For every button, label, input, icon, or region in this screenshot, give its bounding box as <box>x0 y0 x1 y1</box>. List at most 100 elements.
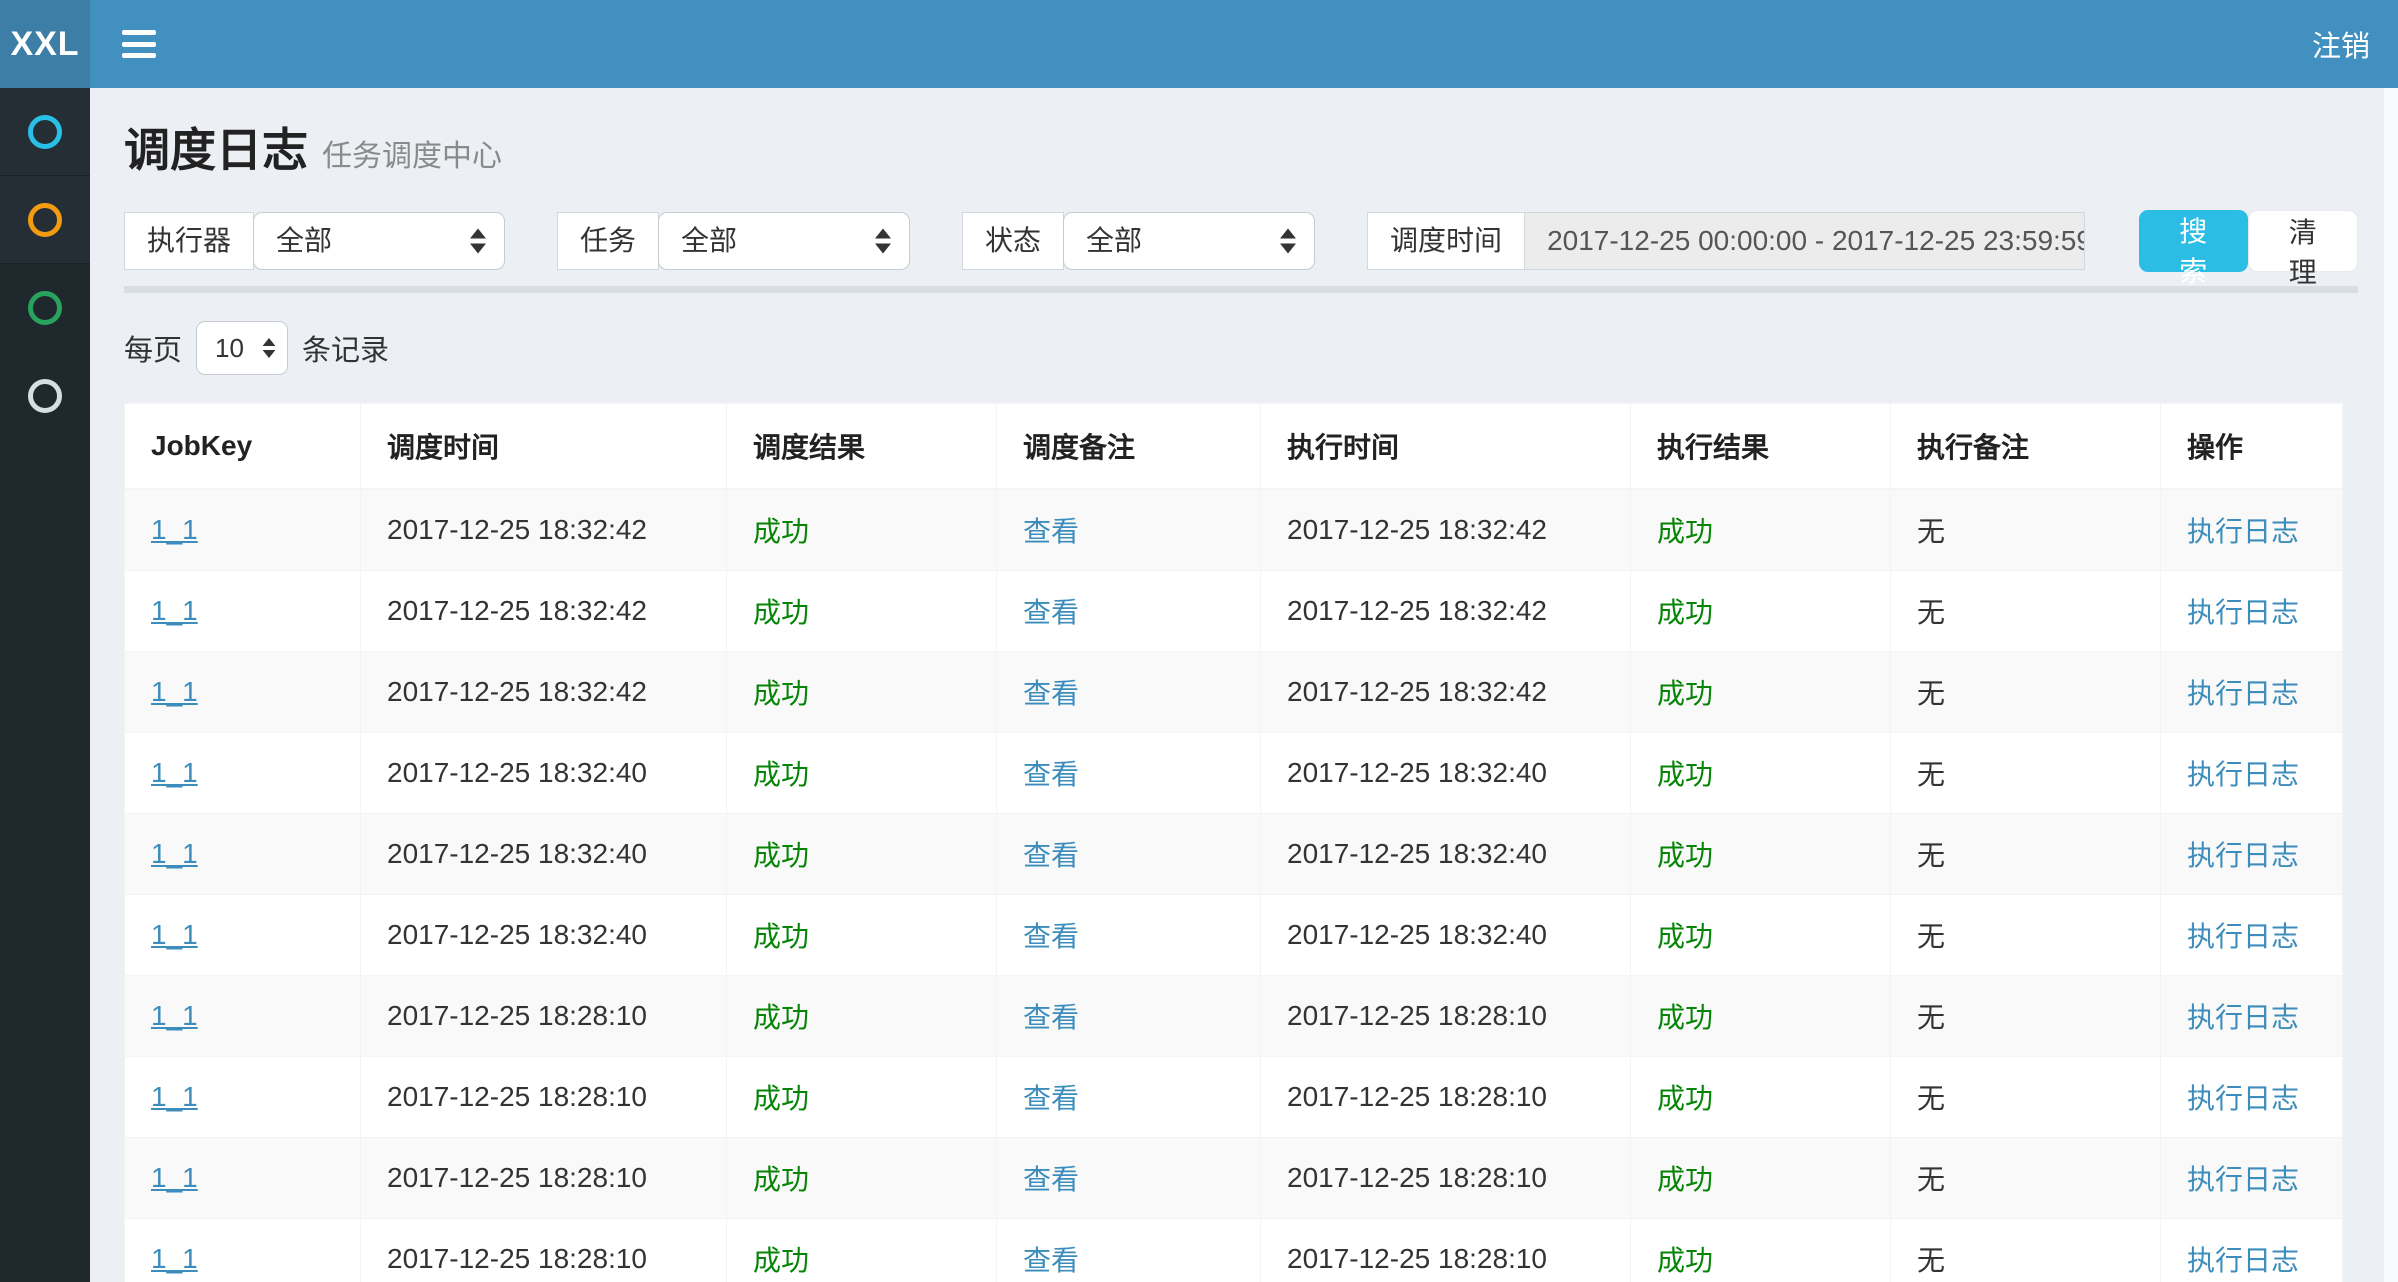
handle-msg: 无 <box>1891 571 2161 652</box>
trigger-msg-link[interactable]: 查看 <box>1023 516 1079 547</box>
jobkey-link[interactable]: 1_1 <box>151 919 198 950</box>
action-link[interactable]: 执行日志 <box>2187 597 2299 628</box>
handle-time: 2017-12-25 18:32:40 <box>1261 733 1631 814</box>
top-navbar: XXL 注销 <box>0 0 2398 88</box>
executor-select[interactable]: 全部 <box>253 212 505 270</box>
log-table: JobKey调度时间调度结果调度备注执行时间执行结果执行备注操作 1_1 2017… <box>124 403 2343 1282</box>
trigger-msg: 查看 <box>997 652 1261 733</box>
action-link[interactable]: 执行日志 <box>2187 678 2299 709</box>
handle-msg: 无 <box>1891 895 2161 976</box>
jobkey-link[interactable]: 1_1 <box>151 514 198 545</box>
log-table-header-row: JobKey调度时间调度结果调度备注执行时间执行结果执行备注操作 <box>125 404 2343 490</box>
vertical-scrollbar[interactable] <box>2383 88 2398 1282</box>
action-link[interactable]: 执行日志 <box>2187 1002 2299 1033</box>
jobkey-link[interactable]: 1_1 <box>151 1162 198 1193</box>
table-row: 1_12017-12-25 18:32:42成功查看2017-12-25 18:… <box>125 489 2343 571</box>
handle-time: 2017-12-25 18:32:40 <box>1261 814 1631 895</box>
trigger-result: 成功 <box>727 652 997 733</box>
page-size-row: 每页 10 条记录 <box>124 321 2358 375</box>
status-filter-label: 状态 <box>962 212 1064 270</box>
trigger-msg-link[interactable]: 查看 <box>1023 678 1079 709</box>
trigger-msg-link[interactable]: 查看 <box>1023 921 1079 952</box>
sidebar <box>0 88 90 1282</box>
filter-toolbar: 执行器 全部 任务 全部 状态 全部 调度时间 2017-12-25 00:00… <box>124 210 2358 293</box>
jobkey-link[interactable]: 1_1 <box>151 1081 198 1112</box>
column-header: 执行时间 <box>1261 404 1631 490</box>
jobkey: 1_1 <box>125 976 361 1057</box>
log-table-body: 1_12017-12-25 18:32:42成功查看2017-12-25 18:… <box>125 489 2343 1282</box>
column-header: JobKey <box>125 404 361 490</box>
handle-msg: 无 <box>1891 652 2161 733</box>
handle-msg: 无 <box>1891 489 2161 571</box>
action: 执行日志 <box>2161 571 2343 652</box>
job-select[interactable]: 全部 <box>658 212 910 270</box>
action-link[interactable]: 执行日志 <box>2187 840 2299 871</box>
action-link[interactable]: 执行日志 <box>2187 1245 2299 1276</box>
sidebar-item-4[interactable] <box>0 352 90 440</box>
select-stepper-icon <box>1280 229 1296 254</box>
trigger-time: 2017-12-25 18:32:42 <box>361 489 727 571</box>
handle-result: 成功 <box>1631 895 1891 976</box>
jobkey-link[interactable]: 1_1 <box>151 595 198 626</box>
sidebar-toggle-icon[interactable] <box>122 30 156 58</box>
handle-time: 2017-12-25 18:32:40 <box>1261 895 1631 976</box>
trigger-msg-link[interactable]: 查看 <box>1023 1083 1079 1114</box>
jobkey: 1_1 <box>125 1057 361 1138</box>
select-stepper-icon <box>263 338 276 358</box>
trigger-msg-link[interactable]: 查看 <box>1023 840 1079 871</box>
jobkey: 1_1 <box>125 571 361 652</box>
action: 执行日志 <box>2161 1138 2343 1219</box>
trigger-result: 成功 <box>727 976 997 1057</box>
jobkey-link[interactable]: 1_1 <box>151 1243 198 1274</box>
jobkey: 1_1 <box>125 489 361 571</box>
handle-time: 2017-12-25 18:28:10 <box>1261 1057 1631 1138</box>
action-link[interactable]: 执行日志 <box>2187 759 2299 790</box>
logout-link[interactable]: 注销 <box>2312 23 2370 65</box>
search-button[interactable]: 搜索 <box>2139 210 2247 272</box>
sidebar-item-3[interactable] <box>0 264 90 352</box>
action: 执行日志 <box>2161 1057 2343 1138</box>
handle-msg: 无 <box>1891 1138 2161 1219</box>
status-select-value: 全部 <box>1086 225 1142 256</box>
jobkey: 1_1 <box>125 1219 361 1282</box>
trigger-time: 2017-12-25 18:28:10 <box>361 976 727 1057</box>
handle-msg: 无 <box>1891 814 2161 895</box>
action-link[interactable]: 执行日志 <box>2187 516 2299 547</box>
trigger-msg: 查看 <box>997 733 1261 814</box>
trigger-msg: 查看 <box>997 895 1261 976</box>
action: 执行日志 <box>2161 733 2343 814</box>
page-size-select[interactable]: 10 <box>196 321 288 375</box>
handle-time: 2017-12-25 18:28:10 <box>1261 1138 1631 1219</box>
circle-icon <box>28 291 62 325</box>
trigger-result: 成功 <box>727 1057 997 1138</box>
trigger-result: 成功 <box>727 895 997 976</box>
clear-button[interactable]: 清理 <box>2248 210 2358 272</box>
handle-result: 成功 <box>1631 1138 1891 1219</box>
column-header: 调度结果 <box>727 404 997 490</box>
jobkey-link[interactable]: 1_1 <box>151 757 198 788</box>
status-filter-group: 状态 全部 <box>962 212 1315 270</box>
action-link[interactable]: 执行日志 <box>2187 1083 2299 1114</box>
jobkey-link[interactable]: 1_1 <box>151 838 198 869</box>
action-link[interactable]: 执行日志 <box>2187 921 2299 952</box>
sidebar-item-2[interactable] <box>0 176 90 264</box>
status-select[interactable]: 全部 <box>1063 212 1315 270</box>
trigger-msg-link[interactable]: 查看 <box>1023 1245 1079 1276</box>
trigger-msg-link[interactable]: 查看 <box>1023 1002 1079 1033</box>
time-range-input[interactable]: 2017-12-25 00:00:00 - 2017-12-25 23:59:5… <box>1525 212 2085 270</box>
jobkey-link[interactable]: 1_1 <box>151 676 198 707</box>
job-select-value: 全部 <box>681 225 737 256</box>
action-link[interactable]: 执行日志 <box>2187 1164 2299 1195</box>
trigger-result: 成功 <box>727 1138 997 1219</box>
handle-result: 成功 <box>1631 489 1891 571</box>
column-header: 执行结果 <box>1631 404 1891 490</box>
jobkey-link[interactable]: 1_1 <box>151 1000 198 1031</box>
sidebar-item-1[interactable] <box>0 88 90 176</box>
trigger-msg-link[interactable]: 查看 <box>1023 759 1079 790</box>
handle-result: 成功 <box>1631 814 1891 895</box>
page-size-value: 10 <box>215 333 244 363</box>
circle-icon <box>28 115 62 149</box>
trigger-msg-link[interactable]: 查看 <box>1023 597 1079 628</box>
trigger-time: 2017-12-25 18:32:40 <box>361 895 727 976</box>
trigger-msg-link[interactable]: 查看 <box>1023 1164 1079 1195</box>
